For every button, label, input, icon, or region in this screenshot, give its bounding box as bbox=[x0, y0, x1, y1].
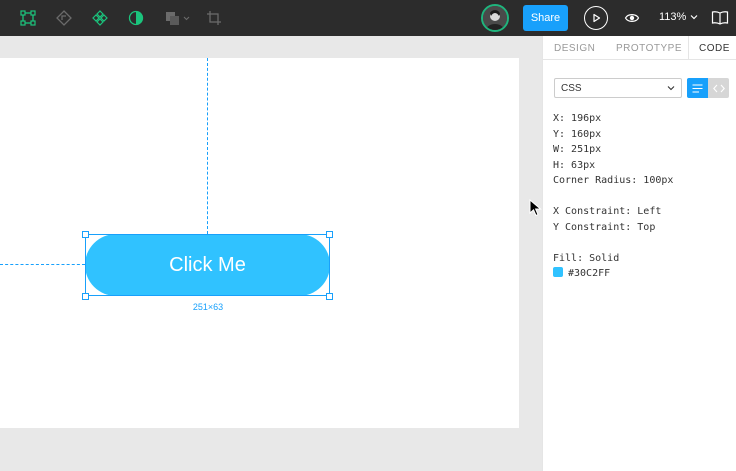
prop-x: X: 196px bbox=[553, 113, 602, 124]
vertical-guide bbox=[207, 58, 208, 234]
present-button[interactable] bbox=[584, 6, 608, 30]
component-back-icon[interactable] bbox=[52, 6, 76, 30]
mask-icon[interactable] bbox=[124, 6, 148, 30]
prop-w: W: 251px bbox=[553, 144, 602, 155]
fill-color-row: #30C2FF bbox=[553, 266, 673, 282]
play-icon bbox=[593, 13, 601, 23]
avatar[interactable] bbox=[481, 4, 509, 32]
component-icon[interactable] bbox=[88, 6, 112, 30]
code-properties: X: 196px Y: 160px W: 251px H: 63px Corne… bbox=[553, 111, 673, 282]
chevron-down-icon bbox=[690, 15, 698, 20]
code-view-toggle[interactable] bbox=[708, 78, 729, 98]
resize-handle-top-left[interactable] bbox=[82, 231, 89, 238]
resize-handle-bottom-right[interactable] bbox=[326, 293, 333, 300]
dimensions-label: 251×63 bbox=[192, 302, 224, 312]
tab-divider bbox=[688, 36, 689, 60]
horizontal-guide bbox=[0, 264, 85, 265]
prop-corner-radius: Corner Radius: 100px bbox=[553, 175, 674, 186]
tab-design[interactable]: DESIGN bbox=[554, 36, 595, 54]
prop-y-constraint: Y Constraint: Top bbox=[553, 221, 656, 233]
toolbar: Share 113% bbox=[0, 0, 736, 36]
language-value: CSS bbox=[561, 82, 582, 94]
crop-icon[interactable] bbox=[202, 6, 226, 30]
frame-icon[interactable] bbox=[16, 6, 40, 30]
list-icon bbox=[692, 83, 703, 93]
fill-hex: #30C2FF bbox=[568, 268, 611, 279]
tab-prototype[interactable]: PROTOTYPE bbox=[616, 36, 682, 54]
resize-handle-bottom-left[interactable] bbox=[82, 293, 89, 300]
prop-fill: Fill: Solid bbox=[553, 252, 620, 264]
panel-tabs: DESIGN PROTOTYPE CODE bbox=[543, 36, 736, 60]
zoom-level: 113% bbox=[659, 11, 687, 23]
chevron-down-icon bbox=[667, 86, 675, 91]
resize-handle-top-right[interactable] bbox=[326, 231, 333, 238]
canvas[interactable]: Click Me 251×63 bbox=[0, 36, 542, 471]
share-button[interactable]: Share bbox=[523, 5, 568, 31]
list-view-toggle[interactable] bbox=[687, 78, 708, 98]
artboard-frame[interactable]: Click Me 251×63 bbox=[0, 58, 519, 428]
fill-swatch bbox=[553, 267, 563, 277]
book-icon[interactable] bbox=[707, 6, 733, 30]
zoom-dropdown[interactable]: 113% bbox=[659, 11, 698, 23]
code-brackets-icon bbox=[712, 84, 725, 92]
properties-panel: DESIGN PROTOTYPE CODE CSS X: 196px Y: 16… bbox=[542, 36, 736, 471]
click-me-button-layer[interactable]: Click Me bbox=[85, 234, 330, 296]
prop-x-constraint: X Constraint: Left bbox=[553, 206, 662, 217]
button-label: Click Me bbox=[169, 253, 246, 276]
prop-y: Y: 160px bbox=[553, 128, 602, 140]
language-select[interactable]: CSS bbox=[554, 78, 682, 98]
prop-h: H: 63px bbox=[553, 159, 596, 171]
eye-icon[interactable] bbox=[620, 6, 644, 30]
tab-code[interactable]: CODE bbox=[699, 36, 730, 54]
boolean-icon[interactable] bbox=[162, 6, 192, 30]
mouse-pointer-icon bbox=[529, 198, 543, 222]
